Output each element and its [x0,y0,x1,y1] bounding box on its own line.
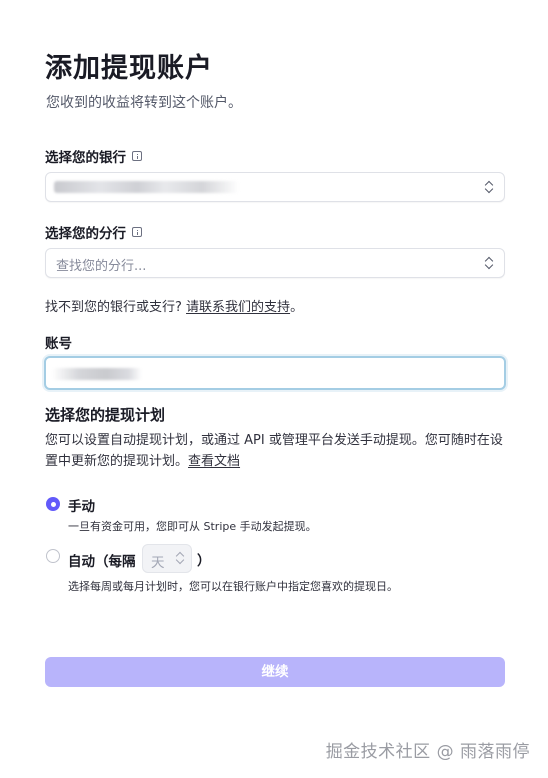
help-question: 找不到您的银行或支行? [45,300,182,315]
page-subtitle: 您收到的收益将转到这个账户。 [46,95,242,111]
account-field-label: 账号 [45,332,72,352]
bank-field-label: 选择您的银行 [45,146,142,166]
branch-field-label: 选择您的分行 [45,222,142,242]
page-title: 添加提现账户 [45,53,213,84]
automatic-option-description: 选择每周或每月计划时，您可以在银行账户中指定您喜欢的提现日。 [68,580,398,593]
automatic-label-suffix: ） [197,553,211,569]
account-label-text: 账号 [45,336,72,352]
manual-radio[interactable] [46,497,60,511]
bank-label-text: 选择您的银行 [45,150,126,166]
bank-value-redacted [54,181,239,193]
branch-select[interactable]: 查找您的分行... [45,248,505,278]
manual-option-description: 一旦有资金可用，您即可从 Stripe 手动发起提现。 [68,520,317,533]
branch-label-text: 选择您的分行 [45,226,126,242]
chevron-up-down-icon [484,256,494,270]
view-docs-link[interactable]: 查看文档 [188,454,240,469]
account-value-redacted [52,368,142,380]
chevron-up-down-icon [175,551,185,565]
info-icon[interactable] [132,151,142,161]
interval-select[interactable]: 天 [142,544,192,573]
schedule-section-title: 选择您的提现计划 [45,406,166,424]
contact-support-link[interactable]: 请联系我们的支持 [186,300,290,315]
chevron-up-down-icon [484,180,494,194]
automatic-radio[interactable] [46,549,60,563]
automatic-option-label[interactable]: 自动（每隔 [68,550,136,570]
info-icon[interactable] [132,227,142,237]
bank-select[interactable] [45,172,505,202]
account-number-input[interactable] [44,356,506,390]
manual-option-label[interactable]: 手动 [68,495,95,515]
branch-placeholder: 查找您的分行... [56,259,147,274]
continue-button[interactable]: 继续 [45,657,505,687]
interval-value: 天 [151,555,165,571]
watermark: 掘金技术社区 @ 雨落雨停 [325,742,530,762]
schedule-description-text: 您可以设置自动提现计划，或通过 API 或管理平台发送手动提现。您可随时在设置中… [45,433,503,469]
support-help-text: 找不到您的银行或支行? 请联系我们的支持。 [45,296,303,315]
help-suffix: 。 [290,300,304,315]
schedule-description: 您可以设置自动提现计划，或通过 API 或管理平台发送手动提现。您可随时在设置中… [45,430,503,472]
